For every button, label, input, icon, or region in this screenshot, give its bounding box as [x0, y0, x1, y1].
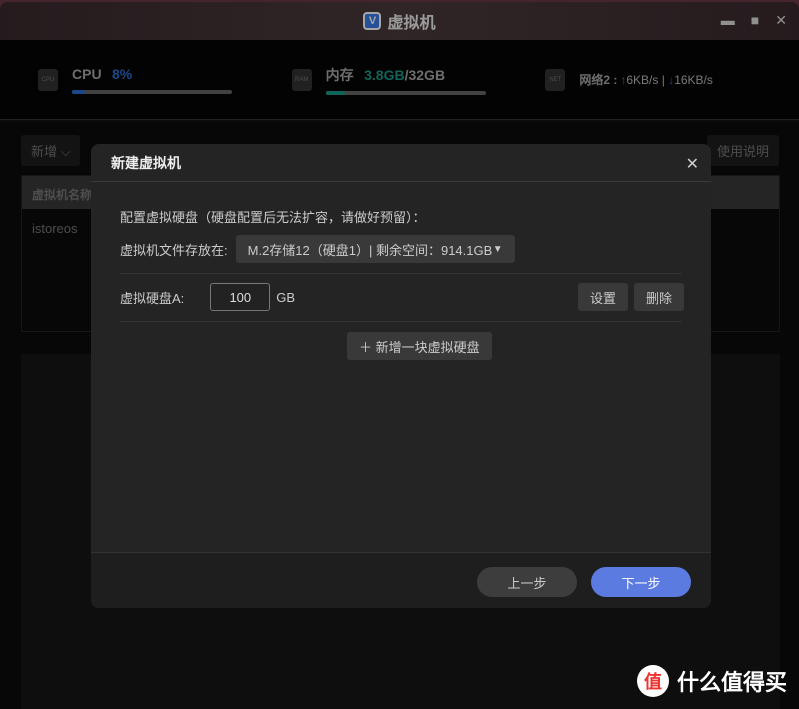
disk-settings-button[interactable]: 设置: [578, 283, 629, 311]
disk-unit: GB: [276, 289, 296, 305]
intro-text: 配置虚拟硬盘（硬盘配置后无法扩容，请做好预留）：: [120, 210, 426, 225]
next-step-button[interactable]: 下一步: [591, 567, 691, 597]
location-value: M.2存储12（硬盘1）| 剩余空间：914.1GB: [247, 242, 493, 258]
prev-step-button[interactable]: 上一步: [477, 567, 577, 597]
watermark-logo-icon: 值: [636, 665, 669, 697]
new-vm-dialog: 新建虚拟机 ✕ 配置虚拟硬盘（硬盘配置后无法扩容，请做好预留）： 虚拟机文件存放…: [91, 144, 711, 608]
dropdown-arrow-icon: ▼: [492, 243, 503, 255]
disk-label: 虚拟硬盘A:: [120, 290, 185, 306]
watermark-text: 什么值得买: [676, 670, 787, 695]
watermark: 值什么值得买: [636, 665, 787, 697]
add-disk-button[interactable]: ＋ 新增一块虚拟硬盘: [347, 332, 492, 360]
location-label: 虚拟机文件存放在:: [120, 242, 228, 258]
dialog-title: 新建虚拟机: [91, 144, 711, 182]
disk-delete-button[interactable]: 删除: [634, 283, 685, 311]
disk-size-input[interactable]: [210, 283, 271, 311]
close-icon[interactable]: ✕: [686, 154, 699, 174]
storage-location-select[interactable]: M.2存储12（硬盘1）| 剩余空间：914.1GB ▼: [235, 235, 515, 263]
